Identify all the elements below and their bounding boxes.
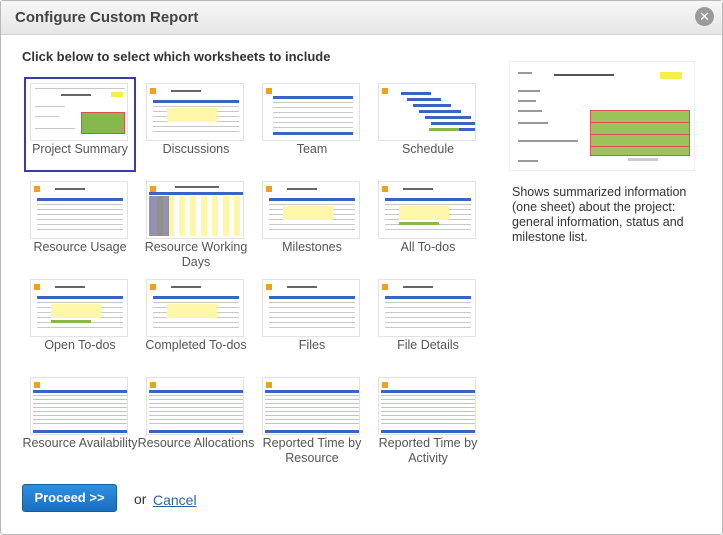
worksheet-thumbnail[interactable] — [30, 377, 128, 435]
worksheet-thumbnail[interactable] — [30, 181, 128, 239]
worksheet-label[interactable]: File Details — [368, 338, 488, 353]
worksheet-thumbnail[interactable] — [30, 83, 128, 141]
worksheet-thumbnail[interactable] — [262, 181, 360, 239]
worksheet-label[interactable]: Schedule — [368, 142, 488, 157]
worksheet-thumbnail[interactable] — [378, 377, 476, 435]
worksheet-thumbnail[interactable] — [146, 377, 244, 435]
worksheet-label[interactable]: Milestones — [252, 240, 372, 255]
worksheet-thumbnail[interactable] — [262, 83, 360, 141]
instruction-text: Click below to select which worksheets t… — [22, 49, 331, 64]
worksheet-label[interactable]: Reported Time by Resource — [252, 436, 372, 466]
worksheet-thumbnail[interactable] — [378, 181, 476, 239]
report-preview-image — [509, 61, 695, 171]
worksheet-thumbnail[interactable] — [378, 83, 476, 141]
worksheet-thumbnail[interactable] — [30, 279, 128, 337]
worksheet-label[interactable]: Resource Allocations — [136, 436, 256, 451]
dialog-titlebar: Configure Custom Report ✕ — [1, 1, 722, 35]
worksheet-label[interactable]: Resource Usage — [20, 240, 140, 255]
worksheet-label[interactable]: Files — [252, 338, 372, 353]
worksheet-label[interactable]: Reported Time by Activity — [368, 436, 488, 466]
worksheet-label[interactable]: Resource Working Days — [136, 240, 256, 270]
worksheet-description: Shows summarized information (one sheet)… — [512, 185, 687, 244]
worksheet-thumbnail[interactable] — [262, 377, 360, 435]
worksheet-label[interactable]: Open To-dos — [20, 338, 140, 353]
worksheet-label[interactable]: Team — [252, 142, 372, 157]
worksheet-thumbnail[interactable] — [146, 279, 244, 337]
worksheet-label[interactable]: Project Summary — [20, 142, 140, 157]
dialog-title: Configure Custom Report — [15, 9, 199, 26]
worksheet-label[interactable]: Discussions — [136, 142, 256, 157]
worksheet-thumbnail[interactable] — [378, 279, 476, 337]
worksheet-thumbnail[interactable] — [146, 181, 244, 239]
or-text: or — [134, 491, 147, 507]
cancel-link[interactable]: Cancel — [153, 492, 197, 508]
worksheet-label[interactable]: Resource Availability — [20, 436, 140, 451]
worksheet-label[interactable]: All To-dos — [368, 240, 488, 255]
worksheet-label[interactable]: Completed To-dos — [136, 338, 256, 353]
configure-report-dialog: Configure Custom Report ✕ Click below to… — [0, 0, 723, 535]
worksheet-thumbnail[interactable] — [262, 279, 360, 337]
close-icon[interactable]: ✕ — [695, 7, 714, 26]
proceed-button[interactable]: Proceed >> — [22, 484, 117, 512]
worksheet-thumbnail[interactable] — [146, 83, 244, 141]
